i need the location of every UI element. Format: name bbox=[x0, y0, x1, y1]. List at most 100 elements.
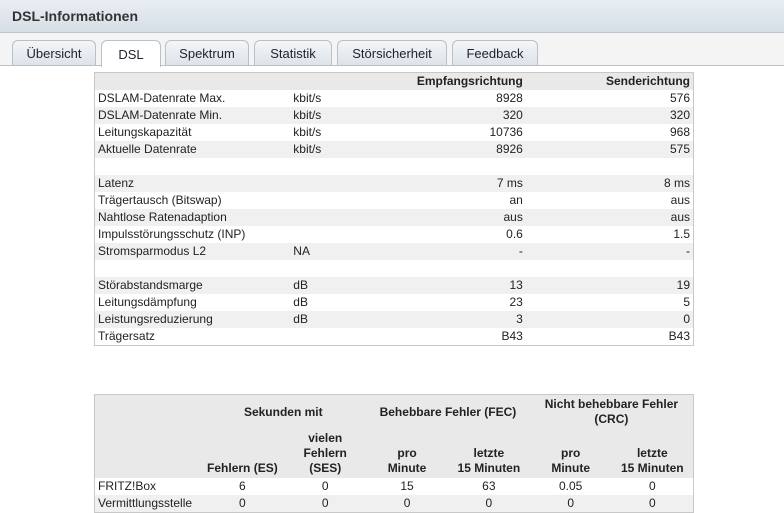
sub-header-line: 15 Minuten bbox=[457, 461, 521, 475]
tab-stoersicherheit[interactable]: Störsicherheit bbox=[337, 40, 447, 65]
row-value: 0.05 bbox=[559, 479, 583, 493]
window-titlebar: DSL-Informationen bbox=[0, 0, 784, 33]
header-unit bbox=[290, 72, 355, 90]
row-name: Leitungskapazität bbox=[98, 125, 192, 139]
sub-header: letzte 15 Minuten bbox=[447, 429, 530, 478]
table-row: Vermittlungsstelle 0 0 0 0 0 0 bbox=[94, 495, 694, 513]
header-rx: Empfangsrichtung bbox=[354, 72, 526, 90]
row-rx: an bbox=[509, 193, 523, 207]
table-row: Impulsstörungsschutz (INP) 0.6 1.5 bbox=[95, 226, 694, 243]
table-row: FRITZ!Box 6 0 15 63 0.05 0 bbox=[95, 478, 694, 495]
table-row: Leitungsdämpfung dB 23 5 bbox=[95, 294, 694, 311]
row-rx: aus bbox=[354, 209, 526, 226]
row-rx: 10736 bbox=[489, 125, 523, 139]
row-name: Impulsstörungsschutz (INP) bbox=[98, 227, 246, 241]
row-tx: 19 bbox=[525, 277, 694, 294]
table-row: Leitungskapazität kbit/s 10736 968 bbox=[95, 124, 694, 141]
header-name bbox=[94, 72, 291, 90]
row-value: 0 bbox=[648, 479, 656, 493]
row-name: Latenz bbox=[94, 175, 291, 192]
row-rx: 8926 bbox=[354, 141, 526, 158]
tab-spektrum[interactable]: Spektrum bbox=[165, 40, 249, 65]
table-row bbox=[95, 158, 694, 175]
dsl-info-table: Empfangsrichtung Senderichtung DSLAM-Dat… bbox=[94, 72, 694, 346]
sub-header-line: pro bbox=[397, 446, 417, 460]
row-value: 0 bbox=[284, 495, 367, 513]
sub-header: vielen Fehlern (SES) bbox=[284, 429, 367, 478]
row-rx: B43 bbox=[501, 329, 523, 343]
row-unit: dB bbox=[290, 277, 355, 294]
row-tx: 968 bbox=[669, 125, 690, 139]
row-unit: kbit/s bbox=[290, 141, 355, 158]
sub-header-line: Minute bbox=[387, 461, 427, 475]
row-tx: 5 bbox=[683, 295, 690, 309]
row-rx: 0.6 bbox=[506, 227, 523, 241]
row-rx: 13 bbox=[354, 277, 526, 294]
row-unit: kbit/s bbox=[293, 125, 322, 139]
sub-header-line: pro bbox=[561, 446, 581, 460]
main-panel: Übersicht DSL Spektrum Statistik Störsic… bbox=[0, 33, 784, 513]
row-tx bbox=[526, 260, 694, 277]
row-value: 0 bbox=[447, 495, 530, 513]
row-tx bbox=[526, 158, 694, 175]
row-unit bbox=[290, 328, 354, 346]
row-value: 15 bbox=[400, 479, 414, 493]
sub-header: pro Minute bbox=[366, 429, 448, 478]
row-value: 0 bbox=[611, 495, 694, 513]
sub-header-line: letzte bbox=[636, 446, 668, 460]
row-tx: 8 ms bbox=[525, 175, 694, 192]
group-header-fec: Behebbare Fehler (FEC) bbox=[366, 394, 530, 429]
row-unit bbox=[290, 209, 355, 226]
row-name: Störabstandsmarge bbox=[94, 277, 291, 294]
row-name: DSLAM-Datenrate Max. bbox=[98, 91, 226, 105]
tab-uebersicht[interactable]: Übersicht bbox=[12, 40, 96, 65]
row-unit bbox=[290, 175, 355, 192]
row-tx: 575 bbox=[525, 141, 694, 158]
row-name: Stromsparmodus L2 bbox=[94, 243, 291, 260]
row-name: Trägersatz bbox=[98, 329, 155, 343]
row-rx: 8928 bbox=[496, 91, 523, 105]
table-row: DSLAM-Datenrate Max. kbit/s 8928 576 bbox=[95, 90, 694, 107]
sub-header-line: Fehlern (SES) bbox=[303, 446, 347, 475]
group-header-crc: Nicht behebbare Fehler (CRC) bbox=[529, 394, 694, 429]
row-rx bbox=[354, 260, 526, 277]
row-unit: kbit/s bbox=[290, 107, 355, 124]
row-name: Nahtlose Ratenadaption bbox=[94, 209, 291, 226]
row-rx bbox=[354, 158, 526, 175]
row-unit: NA bbox=[290, 243, 355, 260]
row-unit bbox=[290, 260, 354, 277]
sub-header-line: 15 Minuten bbox=[620, 461, 684, 475]
row-tx: 0 bbox=[525, 311, 694, 328]
row-name: Aktuelle Datenrate bbox=[94, 141, 291, 158]
tab-statistik[interactable]: Statistik bbox=[254, 40, 332, 65]
row-name: Trägertausch (Bitswap) bbox=[98, 193, 222, 207]
sub-header: letzte 15 Minuten bbox=[611, 429, 694, 478]
table-row: Nahtlose Ratenadaption aus aus bbox=[94, 209, 694, 226]
row-name bbox=[95, 260, 291, 277]
row-value: 0 bbox=[321, 479, 329, 493]
table-row: Stromsparmodus L2 NA - - bbox=[94, 243, 694, 260]
row-rx: - bbox=[354, 243, 526, 260]
row-rx: 3 bbox=[354, 311, 526, 328]
table-row bbox=[95, 260, 694, 277]
tab-dsl[interactable]: DSL bbox=[101, 40, 161, 67]
row-rx: 7 ms bbox=[354, 175, 526, 192]
window-title: DSL-Informationen bbox=[12, 8, 138, 24]
table-row: Störabstandsmarge dB 13 19 bbox=[94, 277, 694, 294]
tab-content: Empfangsrichtung Senderichtung DSLAM-Dat… bbox=[0, 65, 784, 513]
tab-feedback[interactable]: Feedback bbox=[452, 40, 538, 65]
row-tx: 320 bbox=[525, 107, 694, 124]
row-label: Vermittlungsstelle bbox=[94, 495, 201, 513]
row-label: FRITZ!Box bbox=[98, 479, 157, 493]
row-unit bbox=[290, 226, 354, 243]
row-rx: 23 bbox=[509, 295, 523, 309]
table-row: Aktuelle Datenrate kbit/s 8926 575 bbox=[94, 141, 694, 158]
row-name: Leistungsreduzierung bbox=[94, 311, 291, 328]
table-row: Trägertausch (Bitswap) an aus bbox=[95, 192, 694, 209]
sub-header-line: vielen bbox=[308, 431, 343, 445]
row-value: 0 bbox=[366, 495, 448, 513]
sub-header: Fehlern (ES) bbox=[200, 429, 285, 478]
sub-header-line: Minute bbox=[551, 461, 591, 475]
row-tx: 1.5 bbox=[673, 227, 690, 241]
row-unit: dB bbox=[290, 311, 355, 328]
